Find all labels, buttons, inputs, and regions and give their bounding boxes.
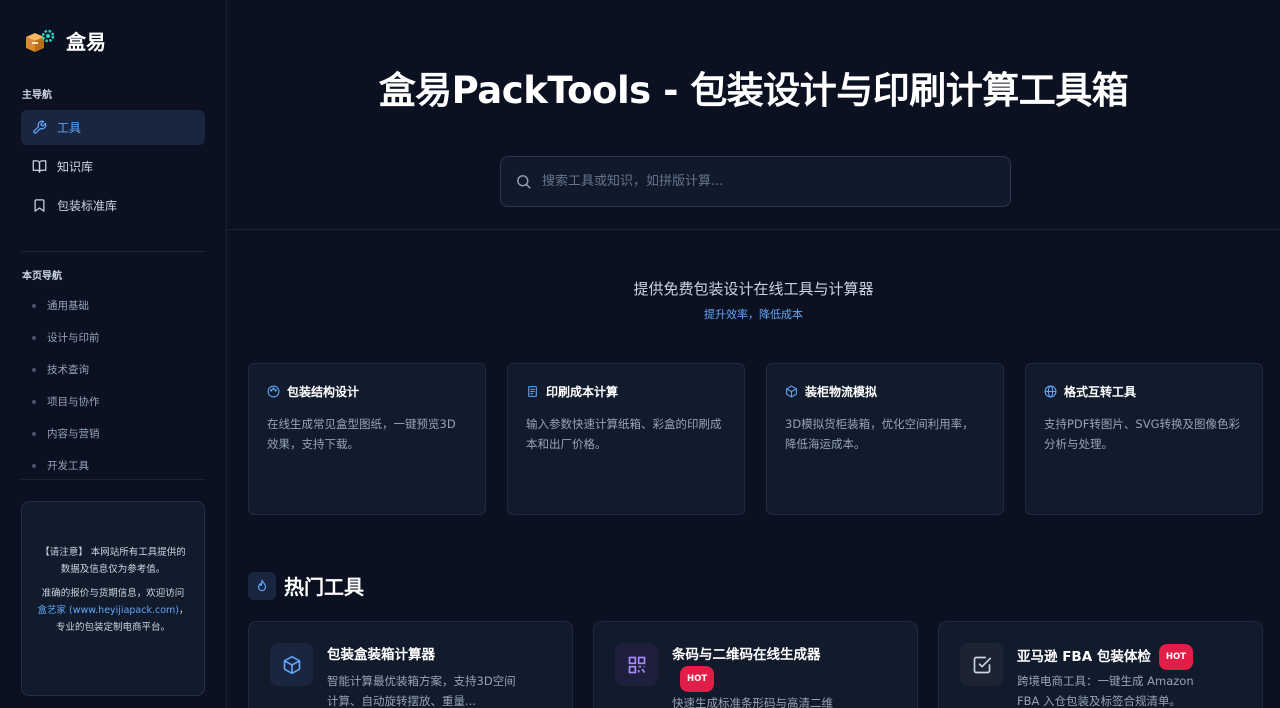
tool-title: 亚马逊 FBA 包装体检 HOT (1017, 644, 1194, 670)
tool-title: 条码与二维码在线生成器 HOT (672, 644, 852, 692)
globe-icon (1044, 385, 1057, 398)
hero-subtitle: 提供免费包装设计在线工具与计算器 (633, 280, 874, 298)
tool-desc: 快速生成标准条形码与高清二维 (672, 696, 833, 708)
logo[interactable]: 盒易 (24, 26, 106, 55)
main-nav-heading: 主导航 (22, 90, 52, 101)
logo-box-gear-icon (24, 28, 56, 54)
hero-tagline: 提升效率，降低成本 (704, 308, 803, 321)
page-title: 盒易PackTools - 包装设计与印刷计算工具箱 (378, 69, 1129, 112)
divider (21, 251, 205, 252)
toc-item[interactable]: 项目与协作 (32, 394, 100, 409)
palette-icon (267, 385, 280, 398)
notice-text-2: 准确的报价与货期信息，欢迎访问 盒艺家 (www.heyijiapack.com… (36, 585, 190, 636)
search-icon (517, 175, 531, 189)
feature-card-convert[interactable]: 格式互转工具 支持PDF转图片、SVG转换及图像色彩分析与处理。 (1025, 363, 1263, 515)
toc-label: 开发工具 (47, 460, 89, 472)
receipt-icon (528, 386, 537, 397)
toc-label: 内容与营销 (47, 428, 100, 440)
hot-tools-title: 热门工具 (284, 575, 364, 599)
toc-label: 项目与协作 (47, 396, 100, 408)
flame-icon (248, 571, 276, 600)
checkbox-icon (960, 643, 1003, 686)
brand-name: 盒易 (66, 30, 106, 54)
tool-title-text: 亚马逊 FBA 包装体检 (1017, 649, 1151, 665)
feature-title: 装柜物流模拟 (805, 385, 878, 399)
book-open-icon (32, 160, 47, 173)
divider (21, 479, 205, 480)
hot-tools-heading: 热门工具 (248, 571, 364, 600)
hot-badge: HOT (1158, 644, 1194, 670)
feature-card-logistics[interactable]: 装柜物流模拟 3D模拟货柜装箱，优化空间利用率，降低海运成本。 (766, 363, 1004, 515)
sidebar-item-label: 工具 (57, 121, 82, 135)
tool-desc: 智能计算最优装箱方案，支持3D空间计算、自动旋转摆放、重量... (327, 674, 516, 708)
feature-card-cost[interactable]: 印刷成本计算 输入参数快速计算纸箱、彩盒的印刷成本和出厂价格。 (507, 363, 745, 515)
sidebar-item-tools[interactable]: 工具 (21, 110, 205, 145)
toc-label: 通用基础 (47, 300, 89, 312)
tool-card-packing-calculator[interactable]: 包装盒装箱计算器 智能计算最优装箱方案，支持3D空间计算、自动旋转摆放、重量..… (248, 621, 573, 708)
search-box[interactable] (500, 156, 1011, 207)
disclaimer-notice: 【请注意】 本网站所有工具提供的数据及信息仅为参考值。 准确的报价与货期信息，欢… (21, 501, 205, 696)
bullet-icon (32, 335, 36, 340)
bullet-icon (32, 431, 36, 436)
feature-title: 包装结构设计 (287, 385, 360, 399)
tool-desc: 跨境电商工具：一键生成 Amazon FBA 入仓包装及标签合规清单。 (1017, 674, 1194, 708)
sidebar-item-label: 包装标准库 (57, 199, 118, 213)
wrench-icon (33, 120, 47, 134)
qrcode-icon (615, 643, 658, 686)
notice-text: 【请注意】 本网站所有工具提供的数据及信息仅为参考值。 (40, 547, 186, 575)
sidebar: 盒易 主导航 工具 知识库 包装标准库 本页导航 通用基础 设计与印前 技术查询… (0, 0, 227, 708)
tool-card-barcode-generator[interactable]: 条码与二维码在线生成器 HOT 快速生成标准条形码与高清二维 (593, 621, 918, 708)
bullet-icon (32, 303, 36, 308)
box-icon (270, 643, 313, 686)
search-input[interactable] (542, 174, 962, 189)
feature-card-structure[interactable]: 包装结构设计 在线生成常见盒型图纸，一键预览3D效果，支持下载。 (248, 363, 486, 515)
toc-label: 技术查询 (47, 364, 89, 376)
page-nav-heading: 本页导航 (22, 271, 62, 282)
tool-title-text: 条码与二维码在线生成器 (672, 647, 821, 663)
toc-item[interactable]: 开发工具 (32, 458, 89, 473)
feature-desc: 输入参数快速计算纸箱、彩盒的印刷成本和出厂价格。 (526, 417, 722, 451)
sidebar-item-knowledge[interactable]: 知识库 (21, 149, 205, 184)
toc-item[interactable]: 通用基础 (32, 298, 89, 313)
toc-item[interactable]: 内容与营销 (32, 426, 100, 441)
heyijia-link[interactable]: 盒艺家 (www.heyijiapack.com) (37, 605, 179, 616)
feature-title: 格式互转工具 (1064, 385, 1137, 399)
bookmark-icon (34, 199, 45, 212)
cube-icon (786, 385, 797, 398)
hot-badge: HOT (680, 666, 715, 692)
bullet-icon (32, 399, 36, 404)
feature-title: 印刷成本计算 (546, 385, 619, 399)
tool-card-fba-check[interactable]: 亚马逊 FBA 包装体检 HOT 跨境电商工具：一键生成 Amazon FBA 入… (938, 621, 1263, 708)
feature-desc: 3D模拟货柜装箱，优化空间利用率，降低海运成本。 (785, 417, 974, 451)
toc-item[interactable]: 技术查询 (32, 362, 89, 377)
divider (227, 229, 1280, 230)
tool-title: 包装盒装箱计算器 (327, 647, 435, 663)
bullet-icon (32, 463, 36, 468)
bullet-icon (32, 367, 36, 372)
toc-item[interactable]: 设计与印前 (32, 330, 100, 345)
sidebar-item-label: 知识库 (57, 160, 94, 174)
sidebar-item-standards[interactable]: 包装标准库 (21, 188, 205, 223)
feature-desc: 支持PDF转图片、SVG转换及图像色彩分析与处理。 (1044, 417, 1240, 451)
feature-desc: 在线生成常见盒型图纸，一键预览3D效果，支持下载。 (267, 417, 456, 451)
toc-label: 设计与印前 (47, 332, 100, 344)
notice-prefix: 准确的报价与货期信息，欢迎访问 (41, 588, 185, 599)
